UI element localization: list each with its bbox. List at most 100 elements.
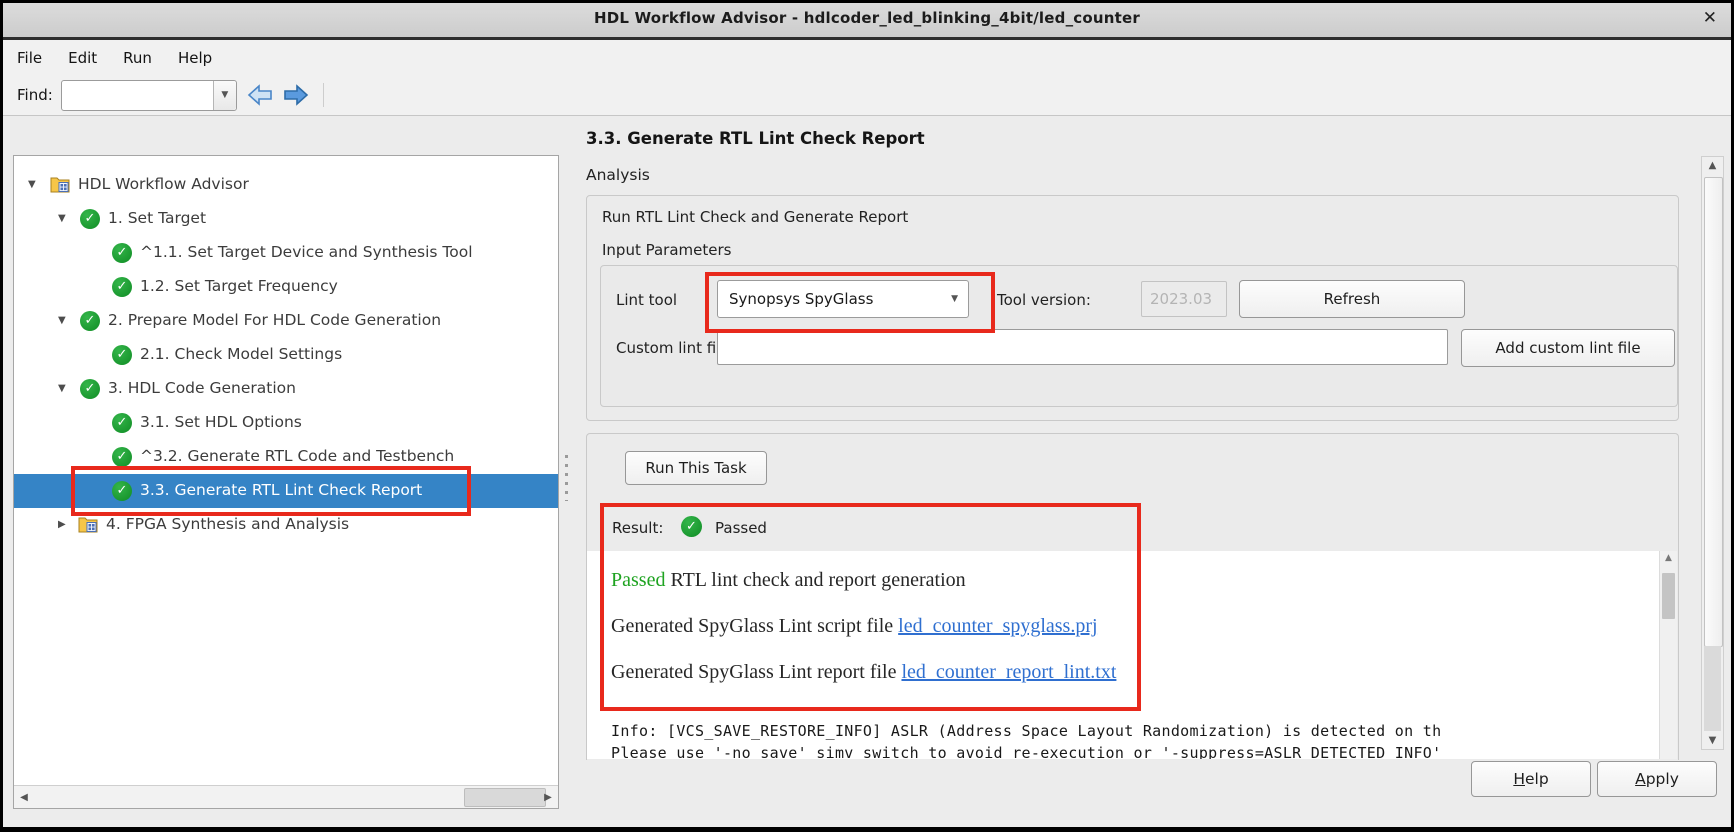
run-this-task-button[interactable]: Run This Task	[625, 451, 767, 485]
workflow-tree: ▼ HDL Workflow Advisor ▼ ✓ 1. Set Target…	[13, 155, 559, 809]
lint-tool-selected-value: Synopsys SpyGlass	[729, 290, 874, 308]
toolbar-separator	[322, 83, 324, 107]
advisor-folder-icon	[78, 516, 98, 537]
passed-check-icon: ✓	[112, 243, 132, 263]
task-heading: 3.3. Generate RTL Lint Check Report	[586, 129, 925, 148]
find-dropdown-arrow-icon[interactable]: ▼	[212, 80, 236, 110]
tree-row-hdl-code-generation[interactable]: ▼ ✓ 3. HDL Code Generation	[14, 372, 558, 406]
scroll-down-icon[interactable]: ▼	[1702, 735, 1723, 746]
tree-row-advisor[interactable]: ▼ HDL Workflow Advisor	[14, 168, 558, 202]
menu-file[interactable]: File	[17, 49, 42, 67]
tree-item-label[interactable]: ^1.1. Set Target Device and Synthesis To…	[140, 243, 473, 261]
passed-check-icon: ✓	[112, 447, 132, 467]
lint-tool-label: Lint tool	[616, 291, 678, 309]
menu-run[interactable]: Run	[123, 49, 152, 67]
tool-version-value: 2023.03	[1150, 290, 1213, 308]
passed-status-text: Passed	[611, 569, 666, 591]
custom-lint-file-input[interactable]	[717, 329, 1448, 365]
tree-item-label[interactable]: 1. Set Target	[108, 209, 206, 227]
custom-lint-file-label: Custom lint file	[616, 339, 730, 357]
tool-version-field: 2023.03	[1141, 281, 1227, 317]
log-line-script-file: Generated SpyGlass Lint script file led_…	[611, 615, 1098, 638]
apply-button[interactable]: Apply	[1597, 761, 1717, 797]
tree-item-label[interactable]: 2. Prepare Model For HDL Code Generation	[108, 311, 441, 329]
tree-row-check-model-settings[interactable]: ✓ 2.1. Check Model Settings	[14, 338, 558, 372]
tree-horizontal-scrollbar[interactable]: ◀ ▶	[14, 785, 558, 808]
collapsed-triangle-icon[interactable]: ▶	[58, 519, 66, 531]
scrollbar-track[interactable]	[1704, 646, 1721, 731]
close-icon[interactable]: ✕	[1703, 8, 1717, 28]
tree-row-fpga-synthesis[interactable]: ▶ 4. FPGA Synthesis and Analysis	[14, 508, 558, 542]
tree-item-label[interactable]: 1.2. Set Target Frequency	[140, 277, 338, 295]
find-input[interactable]	[63, 82, 212, 108]
console-info-line: Info: [VCS_SAVE_RESTORE_INFO] ASLR (Addr…	[611, 722, 1442, 740]
expanded-triangle-icon[interactable]: ▼	[28, 179, 36, 191]
log-line-report-file: Generated SpyGlass Lint report file led_…	[611, 661, 1116, 684]
expanded-triangle-icon[interactable]: ▼	[58, 213, 66, 225]
scroll-left-icon[interactable]: ◀	[14, 786, 34, 808]
tree-item-label[interactable]: 4. FPGA Synthesis and Analysis	[106, 515, 349, 533]
result-passed-check-icon: ✓	[681, 516, 702, 537]
find-next-icon[interactable]	[283, 84, 309, 106]
tree-row-set-target-frequency[interactable]: ✓ 1.2. Set Target Frequency	[14, 270, 558, 304]
tree-row-generate-rtl-lint-report-selected[interactable]: ✓ 3.3. Generate RTL Lint Check Report	[14, 474, 558, 508]
scroll-up-icon[interactable]: ▲	[1702, 160, 1723, 171]
scroll-right-icon[interactable]: ▶	[538, 786, 558, 808]
advisor-folder-icon	[50, 176, 70, 197]
tree-item-label[interactable]: 3.3. Generate RTL Lint Check Report	[140, 481, 422, 499]
panel-vertical-scrollbar[interactable]: ▲ ▼	[1701, 156, 1724, 750]
find-combobox[interactable]: ▼	[60, 79, 237, 111]
menu-bar: File Edit Run Help	[3, 40, 1731, 75]
find-toolbar: Find: ▼	[3, 75, 1731, 116]
log-text: Generated SpyGlass Lint report file	[611, 661, 902, 683]
window-title: HDL Workflow Advisor - hdlcoder_led_blin…	[594, 9, 1140, 27]
hdl-workflow-advisor-window: HDL Workflow Advisor - hdlcoder_led_blin…	[3, 3, 1731, 827]
find-label: Find:	[17, 86, 53, 104]
result-status: Passed	[715, 519, 767, 537]
scrollbar-thumb[interactable]	[464, 788, 546, 807]
help-button[interactable]: Help	[1471, 761, 1591, 797]
menu-edit[interactable]: Edit	[68, 49, 97, 67]
input-parameters-label: Input Parameters	[602, 241, 732, 259]
menu-help[interactable]: Help	[178, 49, 212, 67]
lint-tool-dropdown[interactable]: Synopsys SpyGlass ▼	[717, 280, 969, 318]
tree-row-set-hdl-options[interactable]: ✓ 3.1. Set HDL Options	[14, 406, 558, 440]
passed-check-icon: ✓	[112, 481, 132, 501]
passed-check-icon: ✓	[112, 413, 132, 433]
result-label: Result:	[612, 519, 664, 537]
tree-row-prepare-model[interactable]: ▼ ✓ 2. Prepare Model For HDL Code Genera…	[14, 304, 558, 338]
scrollbar-thumb[interactable]	[1704, 177, 1723, 647]
console-info-line-clipped: Please use '-no_save' simv switch to avo…	[611, 744, 1442, 759]
screenshot-canvas: HDL Workflow Advisor - hdlcoder_led_blin…	[0, 0, 1734, 832]
tree-item-label[interactable]: 2.1. Check Model Settings	[140, 345, 342, 363]
scroll-up-icon[interactable]: ▲	[1660, 553, 1677, 563]
tree-item-label[interactable]: HDL Workflow Advisor	[78, 175, 249, 193]
analysis-section-label: Analysis	[586, 166, 650, 184]
passed-check-icon: ✓	[80, 311, 100, 331]
lint-report-link[interactable]: led_counter_report_lint.txt	[901, 661, 1116, 683]
expanded-triangle-icon[interactable]: ▼	[58, 383, 66, 395]
scrollbar-thumb[interactable]	[1662, 573, 1675, 619]
log-vertical-scrollbar[interactable]: ▲	[1659, 551, 1677, 759]
log-text: Generated SpyGlass Lint script file	[611, 615, 899, 637]
passed-check-icon: ✓	[80, 209, 100, 229]
task-description: Run RTL Lint Check and Generate Report	[602, 208, 909, 226]
tree-item-label[interactable]: ^3.2. Generate RTL Code and Testbench	[140, 447, 454, 465]
expanded-triangle-icon[interactable]: ▼	[58, 315, 66, 327]
tree-row-set-target-device[interactable]: ✓ ^1.1. Set Target Device and Synthesis …	[14, 236, 558, 270]
find-previous-icon[interactable]	[247, 84, 273, 106]
dropdown-arrow-icon: ▼	[951, 294, 958, 304]
log-line-passed: Passed RTL lint check and report generat…	[611, 569, 966, 592]
log-text: RTL lint check and report generation	[665, 569, 966, 591]
passed-check-icon: ✓	[80, 379, 100, 399]
spyglass-prj-link[interactable]: led_counter_spyglass.prj	[898, 615, 1097, 637]
tool-version-label: Tool version:	[997, 291, 1091, 309]
tree-row-set-target[interactable]: ▼ ✓ 1. Set Target	[14, 202, 558, 236]
panel-splitter-handle[interactable]	[565, 455, 568, 501]
tree-item-label[interactable]: 3. HDL Code Generation	[108, 379, 296, 397]
tree-row-generate-rtl-code[interactable]: ✓ ^3.2. Generate RTL Code and Testbench	[14, 440, 558, 474]
title-bar: HDL Workflow Advisor - hdlcoder_led_blin…	[3, 3, 1731, 40]
refresh-button[interactable]: Refresh	[1239, 280, 1465, 318]
add-custom-lint-file-button[interactable]: Add custom lint file	[1461, 329, 1675, 367]
tree-item-label[interactable]: 3.1. Set HDL Options	[140, 413, 302, 431]
